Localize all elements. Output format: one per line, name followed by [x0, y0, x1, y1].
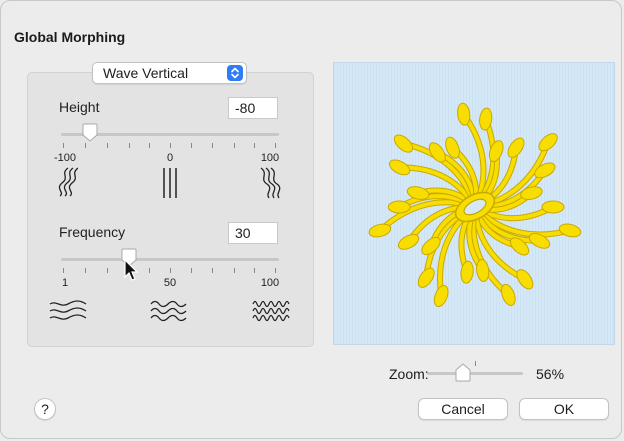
petal-tip	[541, 200, 565, 214]
frequency-tick-min: 1	[61, 277, 69, 289]
morph-preview	[333, 62, 615, 345]
zoom-value: 56%	[536, 366, 565, 382]
ok-button[interactable]: OK	[519, 398, 609, 420]
low-frequency-wave-icon	[49, 299, 87, 328]
dialog-title: Global Morphing	[14, 29, 126, 45]
height-tick-max: 100	[260, 152, 280, 164]
frequency-label: Frequency	[59, 224, 126, 240]
height-label: Height	[59, 99, 100, 115]
height-slider-thumb[interactable]	[81, 123, 99, 148]
help-button[interactable]: ?	[34, 398, 56, 420]
global-morphing-dialog: Global Morphing Wave Vertical Height -80…	[0, 0, 622, 439]
effect-select-value: Wave Vertical	[103, 65, 189, 81]
mouse-cursor-icon	[123, 258, 139, 288]
frequency-slider-track[interactable]	[61, 258, 279, 261]
medium-frequency-wave-icon	[150, 299, 188, 328]
zoom-slider-track[interactable]	[427, 372, 523, 375]
wavy-lines-left-icon	[56, 167, 79, 202]
petal-tip	[387, 200, 411, 214]
effect-select[interactable]: Wave Vertical	[92, 62, 247, 84]
cancel-button[interactable]: Cancel	[418, 398, 508, 420]
zoom-slider-thumb[interactable]	[454, 362, 472, 387]
height-input[interactable]: -80	[228, 97, 278, 119]
frequency-input[interactable]: 30	[228, 222, 278, 244]
wavy-lines-right-icon	[259, 167, 283, 204]
height-tick-min: -100	[53, 152, 77, 164]
height-tick-mid: 0	[166, 152, 174, 164]
straight-lines-icon	[161, 167, 179, 204]
frequency-tick-mid: 50	[163, 277, 177, 289]
high-frequency-wave-icon	[252, 299, 290, 328]
select-arrows-icon	[227, 65, 243, 81]
embroidery-flower-preview	[334, 63, 614, 344]
zoom-label: Zoom:	[389, 366, 429, 382]
frequency-tick-max: 100	[260, 277, 280, 289]
